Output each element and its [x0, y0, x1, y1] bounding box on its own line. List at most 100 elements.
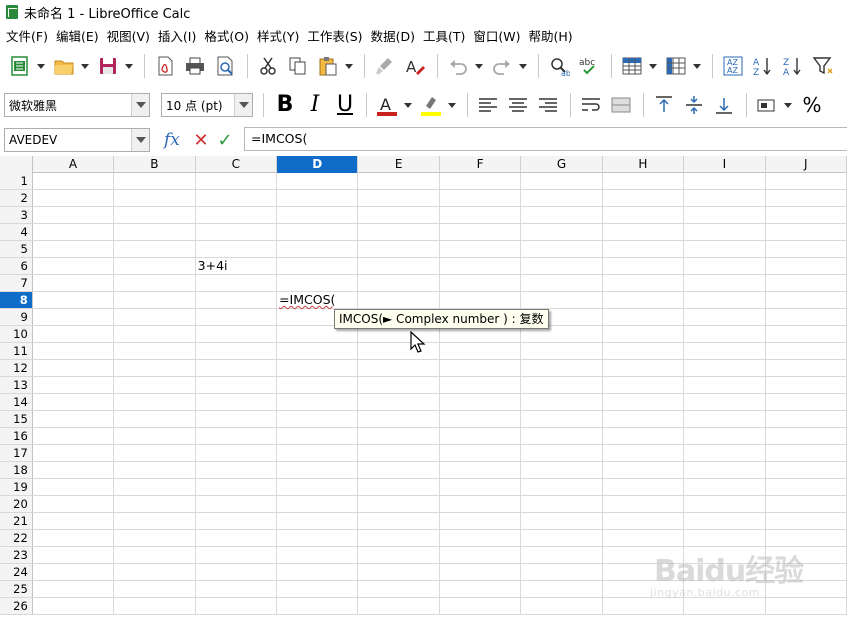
cell-a13[interactable] — [33, 377, 115, 393]
cell-f2[interactable] — [440, 190, 522, 206]
menu-styles[interactable]: 样式(Y) — [255, 26, 305, 45]
chevron-down-icon[interactable] — [131, 94, 149, 116]
cell-j8[interactable] — [766, 292, 847, 308]
cell-h10[interactable] — [603, 326, 685, 342]
cell-a18[interactable] — [33, 462, 115, 478]
font-color-dropdown-icon[interactable] — [403, 91, 413, 119]
cell-c21[interactable] — [196, 513, 278, 529]
cell-c10[interactable] — [196, 326, 278, 342]
menu-view[interactable]: 视图(V) — [105, 26, 156, 45]
cell-g5[interactable] — [521, 241, 603, 257]
cell-h13[interactable] — [603, 377, 685, 393]
menu-help[interactable]: 帮助(H) — [526, 26, 578, 45]
cell-g15[interactable] — [521, 411, 603, 427]
font-name-box[interactable]: 微软雅黑 — [4, 93, 150, 117]
column-dropdown-icon[interactable] — [692, 52, 702, 80]
cell-e7[interactable] — [358, 275, 440, 291]
column-header-a[interactable]: A — [33, 156, 115, 173]
formula-input[interactable]: =IMCOS( — [244, 127, 847, 151]
cell-g12[interactable] — [521, 360, 603, 376]
cell-e4[interactable] — [358, 224, 440, 240]
cell-e24[interactable] — [358, 564, 440, 580]
cell-b16[interactable] — [114, 428, 196, 444]
new-dropdown-icon[interactable] — [36, 52, 46, 80]
row-header-5[interactable]: 5 — [0, 241, 33, 257]
clone-formatting-icon[interactable] — [371, 52, 399, 80]
cell-h9[interactable] — [603, 309, 685, 325]
cell-j17[interactable] — [766, 445, 847, 461]
cell-d20[interactable] — [277, 496, 359, 512]
cell-j21[interactable] — [766, 513, 847, 529]
align-center-icon[interactable] — [504, 91, 532, 119]
cell-d19[interactable] — [277, 479, 359, 495]
align-left-icon[interactable] — [474, 91, 502, 119]
cell-e3[interactable] — [358, 207, 440, 223]
cell-c24[interactable] — [196, 564, 278, 580]
cell-d24[interactable] — [277, 564, 359, 580]
row-header-11[interactable]: 11 — [0, 343, 33, 359]
cell-j19[interactable] — [766, 479, 847, 495]
font-color-icon[interactable]: A — [373, 91, 401, 119]
cell-b4[interactable] — [114, 224, 196, 240]
number-format-dropdown-icon[interactable] — [783, 91, 793, 119]
cell-a10[interactable] — [33, 326, 115, 342]
cell-f13[interactable] — [440, 377, 522, 393]
cell-j3[interactable] — [766, 207, 847, 223]
cell-g2[interactable] — [521, 190, 603, 206]
cell-a20[interactable] — [33, 496, 115, 512]
cell-j11[interactable] — [766, 343, 847, 359]
paste-icon[interactable] — [314, 52, 342, 80]
cell-c6[interactable]: 3+4i — [196, 258, 278, 274]
row-header-22[interactable]: 22 — [0, 530, 33, 546]
row-header-6[interactable]: 6 — [0, 258, 33, 274]
cell-g11[interactable] — [521, 343, 603, 359]
cell-a26[interactable] — [33, 598, 115, 614]
open-dropdown-icon[interactable] — [80, 52, 90, 80]
cell-b5[interactable] — [114, 241, 196, 257]
cell-i4[interactable] — [684, 224, 766, 240]
cell-h3[interactable] — [603, 207, 685, 223]
cell-h4[interactable] — [603, 224, 685, 240]
cell-i17[interactable] — [684, 445, 766, 461]
percent-format-button[interactable]: % — [797, 91, 827, 119]
cell-g21[interactable] — [521, 513, 603, 529]
cell-f15[interactable] — [440, 411, 522, 427]
column-header-h[interactable]: H — [603, 156, 685, 173]
cell-a17[interactable] — [33, 445, 115, 461]
cell-b2[interactable] — [114, 190, 196, 206]
menu-insert[interactable]: 插入(I) — [156, 26, 202, 45]
cell-e1[interactable] — [358, 173, 440, 189]
undo-dropdown-icon[interactable] — [474, 52, 484, 80]
column-header-e[interactable]: E — [358, 156, 440, 173]
cell-g25[interactable] — [521, 581, 603, 597]
cell-c3[interactable] — [196, 207, 278, 223]
cell-d18[interactable] — [277, 462, 359, 478]
cell-d2[interactable] — [277, 190, 359, 206]
cell-c1[interactable] — [196, 173, 278, 189]
cell-d6[interactable] — [277, 258, 359, 274]
print-icon[interactable] — [181, 52, 209, 80]
column-header-j[interactable]: J — [766, 156, 847, 173]
cell-g13[interactable] — [521, 377, 603, 393]
cell-a12[interactable] — [33, 360, 115, 376]
cell-g19[interactable] — [521, 479, 603, 495]
row-header-18[interactable]: 18 — [0, 462, 33, 478]
cell-j13[interactable] — [766, 377, 847, 393]
cell-f24[interactable] — [440, 564, 522, 580]
cell-c13[interactable] — [196, 377, 278, 393]
cell-i20[interactable] — [684, 496, 766, 512]
cell-i9[interactable] — [684, 309, 766, 325]
cell-c25[interactable] — [196, 581, 278, 597]
cell-h1[interactable] — [603, 173, 685, 189]
cell-g7[interactable] — [521, 275, 603, 291]
menu-data[interactable]: 数据(D) — [369, 26, 421, 45]
cell-d1[interactable] — [277, 173, 359, 189]
cell-f25[interactable] — [440, 581, 522, 597]
column-header-f[interactable]: F — [440, 156, 522, 173]
cell-h2[interactable] — [603, 190, 685, 206]
cell-j14[interactable] — [766, 394, 847, 410]
cell-j15[interactable] — [766, 411, 847, 427]
cell-c20[interactable] — [196, 496, 278, 512]
paste-dropdown-icon[interactable] — [344, 52, 354, 80]
italic-button[interactable]: I — [300, 91, 330, 119]
